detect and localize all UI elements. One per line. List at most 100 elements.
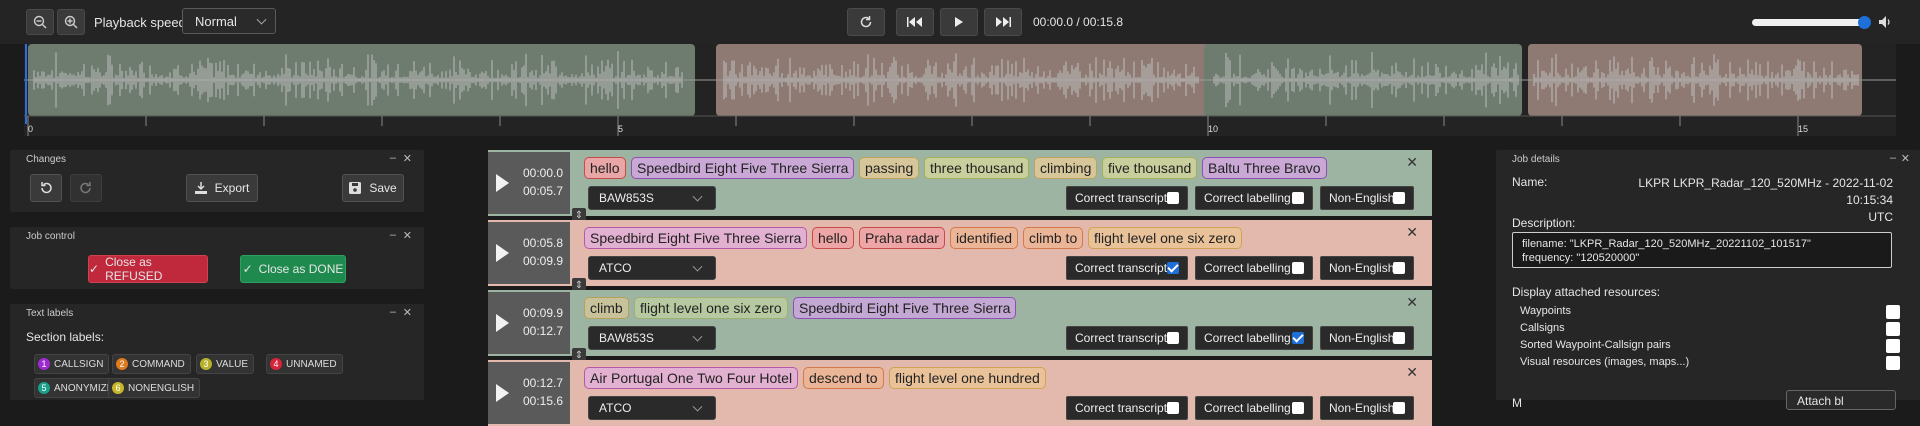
- checkbox-box[interactable]: [1167, 262, 1179, 274]
- transcript-token[interactable]: passing: [859, 157, 920, 179]
- waveform-timeline[interactable]: 0 5 10 15: [24, 44, 1917, 136]
- checkbox-box[interactable]: [1292, 332, 1304, 344]
- speaker-select[interactable]: ATCO: [588, 256, 716, 280]
- label-chip-value[interactable]: 3 VALUE: [196, 354, 255, 374]
- description-textarea[interactable]: filename: "LKPR_Radar_120_520MHz_2022110…: [1512, 232, 1892, 268]
- zoom-out-button[interactable]: [26, 9, 54, 35]
- close-icon[interactable]: ✕: [1901, 152, 1910, 165]
- resource-checkbox[interactable]: [1886, 305, 1900, 319]
- redo-button[interactable]: [70, 174, 102, 202]
- transcript-token[interactable]: three thousand: [924, 157, 1030, 179]
- close-icon[interactable]: ✕: [1406, 294, 1418, 311]
- checkbox-box[interactable]: [1393, 332, 1405, 344]
- close-icon[interactable]: ✕: [1406, 224, 1418, 241]
- close-as-done-button[interactable]: ✓ Close as DONE: [240, 255, 346, 283]
- transcript-token[interactable]: climb: [584, 297, 629, 319]
- minimize-icon[interactable]: –: [390, 229, 396, 241]
- transcript-token[interactable]: flight level one six zero: [1088, 227, 1242, 249]
- checkbox-box[interactable]: [1393, 192, 1405, 204]
- checkbox-box[interactable]: [1167, 402, 1179, 414]
- restart-button[interactable]: [847, 8, 885, 36]
- speaker-select[interactable]: BAW853S: [588, 326, 716, 350]
- transcript-token[interactable]: Baltu Three Bravo: [1202, 157, 1327, 179]
- zoom-in-button[interactable]: [57, 9, 85, 35]
- correct-labelling-checkbox[interactable]: Correct labelling: [1195, 186, 1313, 210]
- attach-button[interactable]: Attach bl: [1786, 390, 1896, 410]
- play-button[interactable]: [940, 8, 978, 36]
- close-as-refused-button[interactable]: ✓ Close as REFUSED: [88, 255, 208, 283]
- chevron-down-icon: [692, 191, 703, 202]
- skip-forward-button[interactable]: [984, 8, 1022, 36]
- volume-thumb[interactable]: [1858, 16, 1871, 29]
- label-chip-nonenglish[interactable]: 6 NONENGLISH: [108, 378, 201, 398]
- speaker-select[interactable]: BAW853S: [588, 186, 716, 210]
- transcript-token[interactable]: identified: [950, 227, 1019, 249]
- checkbox-box[interactable]: [1167, 332, 1179, 344]
- label-chip-unnamed[interactable]: 4 UNNAMED: [266, 354, 343, 374]
- transcript-token[interactable]: Speedbird Eight Five Three Sierra: [793, 297, 1017, 319]
- transcript-token[interactable]: Praha radar: [859, 227, 945, 249]
- transcript-token[interactable]: Speedbird Eight Five Three Sierra: [631, 157, 855, 179]
- non-english-checkbox[interactable]: Non-English: [1320, 326, 1414, 350]
- correct-labelling-checkbox[interactable]: Correct labelling: [1195, 326, 1313, 350]
- resource-checkbox[interactable]: [1886, 322, 1900, 336]
- transcript-token[interactable]: descend to: [803, 367, 884, 389]
- redo-icon: [80, 182, 91, 194]
- timeline-tick-label: 5: [618, 124, 623, 134]
- minimize-icon[interactable]: –: [390, 306, 396, 318]
- close-icon[interactable]: ✕: [1406, 364, 1418, 381]
- checkbox-box[interactable]: [1292, 402, 1304, 414]
- transcript-token[interactable]: five thousand: [1102, 157, 1198, 179]
- transcript-token[interactable]: Speedbird Eight Five Three Sierra: [584, 227, 808, 249]
- check-icon: ✓: [89, 262, 100, 276]
- segment-play-button[interactable]: 00:12.7 00:15.6: [488, 362, 570, 424]
- undo-button[interactable]: [30, 174, 62, 202]
- resource-checkbox[interactable]: [1886, 339, 1900, 353]
- name-label: Name:: [1512, 175, 1548, 189]
- segment-play-button[interactable]: 00:05.8 00:09.9: [488, 222, 570, 284]
- transcript-token[interactable]: climbing: [1034, 157, 1098, 179]
- playback-speed-label: Playback speed:: [94, 15, 190, 30]
- checkbox-box[interactable]: [1167, 192, 1179, 204]
- time-readout: 00:00.0 / 00:15.8: [1033, 15, 1124, 29]
- minimize-icon[interactable]: –: [390, 152, 396, 164]
- chevron-down-icon: [692, 331, 703, 342]
- description-line: frequency: "120520000": [1522, 252, 1640, 264]
- correct-labelling-checkbox[interactable]: Correct labelling: [1195, 256, 1313, 280]
- close-icon[interactable]: ✕: [403, 152, 412, 165]
- segment-play-button[interactable]: 00:00.0 00:05.7: [488, 152, 570, 214]
- transcript-token[interactable]: climb to: [1023, 227, 1084, 249]
- transcript-token[interactable]: flight level one six zero: [634, 297, 788, 319]
- correct-transcript-checkbox[interactable]: Correct transcript: [1066, 326, 1188, 350]
- close-icon[interactable]: ✕: [1406, 154, 1418, 171]
- section-labels-heading: Section labels:: [26, 330, 105, 344]
- non-english-checkbox[interactable]: Non-English: [1320, 186, 1414, 210]
- export-button[interactable]: Export: [186, 174, 258, 202]
- label-chip-callsign[interactable]: 1 CALLSIGN: [34, 354, 110, 374]
- volume-slider[interactable]: [1752, 16, 1871, 29]
- correct-transcript-checkbox[interactable]: Correct transcript: [1066, 256, 1188, 280]
- correct-transcript-checkbox[interactable]: Correct transcript: [1066, 186, 1188, 210]
- checkbox-box[interactable]: [1393, 262, 1405, 274]
- transcript-token[interactable]: flight level one hundred: [889, 367, 1046, 389]
- checkbox-box[interactable]: [1393, 402, 1405, 414]
- minimize-icon[interactable]: –: [1890, 152, 1896, 164]
- changes-panel: Changes – ✕ Export Save: [10, 150, 424, 212]
- checkbox-box[interactable]: [1292, 192, 1304, 204]
- text-labels-title: Text labels: [26, 308, 74, 319]
- non-english-checkbox[interactable]: Non-English: [1320, 256, 1414, 280]
- transcript-token[interactable]: hello: [812, 227, 854, 249]
- transcript-token[interactable]: hello: [584, 157, 626, 179]
- label-chip-command[interactable]: 2 COMMAND: [112, 354, 191, 374]
- save-button[interactable]: Save: [342, 174, 404, 202]
- timeline-tick-label: 10: [1208, 124, 1218, 134]
- close-icon[interactable]: ✕: [403, 306, 412, 319]
- segment-play-button[interactable]: 00:09.9 00:12.7: [488, 292, 570, 354]
- transcript-token[interactable]: Air Portugal One Two Four Hotel: [584, 367, 799, 389]
- checkbox-box[interactable]: [1292, 262, 1304, 274]
- playback-speed-select[interactable]: Normal: [182, 8, 276, 34]
- skip-back-button[interactable]: [896, 8, 934, 36]
- resource-checkbox[interactable]: [1886, 356, 1900, 370]
- label-chip-anonymize[interactable]: 5 ANONYMIZE: [34, 378, 120, 398]
- close-icon[interactable]: ✕: [403, 229, 412, 242]
